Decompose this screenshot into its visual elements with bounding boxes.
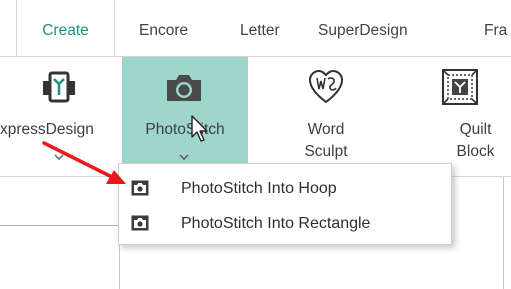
mouse-cursor-icon [191,115,208,142]
chevron-down-icon[interactable] [54,154,64,160]
tab-encore[interactable]: Encore [139,0,188,56]
photostitch-dropdown-menu: PhotoStitch Into Hoop PhotoStitch Into R… [118,163,452,245]
menu-item-label: PhotoStitch Into Hoop [181,180,337,197]
quilt-block-label-line2: Block [456,143,495,160]
word-sculpt-heart-icon [308,69,344,104]
camera-small-icon [131,180,149,196]
photostitch-label: PhotoStitch [145,121,225,138]
tab-frame-partial[interactable]: Fra [484,0,507,56]
camera-icon [167,75,201,101]
photostitch-button[interactable]: PhotoStitch [122,57,248,176]
menu-item-photostitch-into-rectangle[interactable]: PhotoStitch Into Rectangle [119,206,451,241]
menu-item-label: PhotoStitch Into Rectangle [181,215,371,232]
word-sculpt-label-line2: Sculpt [304,143,348,160]
panel-divider [0,225,119,226]
express-design-icon [43,71,75,103]
word-sculpt-label-line1: Word [307,121,345,138]
express-design-button[interactable]: xpressDesign [0,57,120,176]
ribbon-panel: xpressDesign PhotoStitch Word Sculpt Qui… [0,56,511,177]
quilt-block-label-line1: Quilt [459,121,492,138]
tab-create[interactable]: Create [16,0,115,56]
ribbon-tab-bar: Create Encore Letter SuperDesign Fra [0,0,511,56]
express-design-label: xpressDesign [0,121,94,138]
word-sculpt-button[interactable]: Word Sculpt [276,57,376,176]
left-panel [0,177,120,289]
chevron-down-icon[interactable] [179,154,189,160]
quilt-block-icon [442,69,478,105]
right-panel-border [503,177,504,289]
tab-superdesign[interactable]: SuperDesign [318,0,408,56]
tab-letter[interactable]: Letter [240,0,280,56]
menu-item-photostitch-into-hoop[interactable]: PhotoStitch Into Hoop [119,171,451,206]
camera-small-icon [131,215,149,231]
quilt-block-button[interactable]: Quilt Block [410,57,511,176]
